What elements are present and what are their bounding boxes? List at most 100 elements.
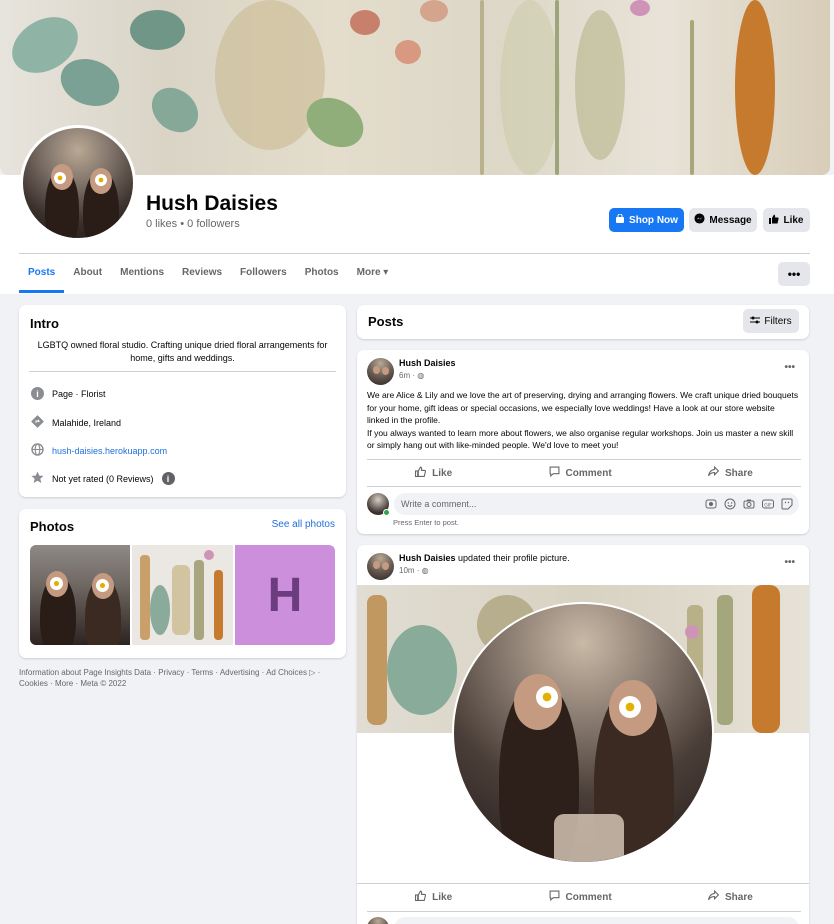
messenger-icon: [694, 213, 705, 227]
post-options-icon[interactable]: •••: [784, 557, 795, 568]
intro-website-row: hush-daisies.herokuapp.com: [31, 443, 167, 458]
bag-icon: [615, 213, 625, 227]
sliders-icon: [750, 315, 761, 328]
commenter-avatar[interactable]: [367, 917, 389, 924]
comment-tools: GIF: [705, 498, 793, 513]
post-author-name[interactable]: Hush Daisies: [399, 358, 456, 368]
intro-rating-row: Not yet rated (0 Reviews) i: [31, 471, 175, 486]
post-divider: [367, 486, 801, 487]
tab-about[interactable]: About: [64, 257, 111, 293]
more-options-button[interactable]: •••: [778, 262, 810, 286]
post-timestamp[interactable]: 6m · ◍: [399, 371, 424, 380]
like-page-button[interactable]: Like: [763, 208, 810, 232]
like-action-button[interactable]: Like: [415, 466, 452, 480]
share-action-button[interactable]: Share: [708, 889, 753, 904]
post-divider: [367, 459, 801, 460]
post-divider: [367, 911, 801, 912]
post-author-avatar[interactable]: [367, 358, 394, 385]
see-all-photos-link[interactable]: See all photos: [272, 519, 335, 530]
share-icon: [708, 889, 720, 904]
header-divider: [19, 253, 810, 254]
tab-mentions[interactable]: Mentions: [111, 257, 173, 293]
page-stats: 0 likes • 0 followers: [146, 218, 240, 230]
tab-followers[interactable]: Followers: [231, 257, 296, 293]
filters-button[interactable]: Filters: [743, 309, 799, 333]
thumbs-up-icon: [415, 466, 427, 480]
tab-more[interactable]: More ▾: [348, 257, 398, 293]
comment-input[interactable]: [394, 917, 799, 924]
globe-icon: [31, 443, 44, 458]
intro-title: Intro: [30, 316, 59, 331]
tab-posts[interactable]: Posts: [19, 257, 65, 293]
comment-placeholder: Write a comment...: [401, 499, 477, 509]
comment-icon: [549, 466, 560, 480]
filters-label: Filters: [764, 315, 792, 327]
post-paragraph: If you always wanted to learn more about…: [367, 427, 794, 451]
post-profile-picture[interactable]: [452, 602, 714, 864]
sticker-icon[interactable]: [781, 498, 793, 513]
rating-info-icon[interactable]: i: [161, 472, 175, 485]
posts-title: Posts: [368, 314, 404, 329]
comment-action-button[interactable]: Comment: [549, 466, 612, 480]
gif-icon[interactable]: GIF: [762, 498, 774, 513]
svg-text:GIF: GIF: [764, 502, 772, 508]
post-timestamp[interactable]: 10m · ◍: [399, 566, 429, 575]
share-icon: [708, 465, 720, 480]
photo-thumbnail[interactable]: [30, 545, 130, 645]
footer-links[interactable]: Information about Page Insights Data · P…: [19, 667, 349, 689]
shop-now-label: Shop Now: [629, 214, 678, 226]
post-action-bar: Like Comment Share: [367, 461, 801, 485]
post-divider: [357, 883, 809, 884]
posts-header-card: Posts Filters: [357, 305, 809, 339]
post-card: Hush Daisies 6m · ◍ ••• We are Alice & L…: [357, 350, 809, 534]
intro-location: Malahide, Ireland: [52, 417, 122, 428]
intro-category-row: i Page · Florist: [31, 387, 106, 400]
intro-rating: Not yet rated (0 Reviews): [52, 473, 154, 484]
comment-action-label: Comment: [565, 467, 612, 479]
intro-bio: LGBTQ owned floral studio. Crafting uniq…: [37, 340, 328, 363]
comment-action-button[interactable]: Comment: [549, 890, 612, 904]
shop-now-button[interactable]: Shop Now: [609, 208, 684, 232]
avatar-sticker-icon[interactable]: [705, 498, 717, 513]
page-tabs: Posts About Mentions Reviews Followers P…: [19, 257, 397, 293]
comment-action-label: Comment: [565, 891, 612, 903]
location-pin-icon: [31, 415, 44, 430]
message-button[interactable]: Message: [689, 208, 757, 232]
emoji-icon[interactable]: [724, 498, 736, 513]
intro-category: Page · Florist: [52, 388, 106, 399]
press-enter-hint: Press Enter to post.: [393, 518, 459, 527]
photo-thumbnail[interactable]: [132, 545, 233, 645]
post-header-text: Hush Daisies updated their profile pictu…: [399, 553, 570, 563]
photos-card: Photos See all photos H: [19, 509, 346, 658]
like-action-label: Like: [432, 891, 453, 903]
post-author-name[interactable]: Hush Daisies: [399, 553, 456, 563]
online-status-dot: [383, 509, 390, 516]
photo-letter-tile[interactable]: H: [235, 545, 335, 645]
intro-divider: [29, 371, 336, 372]
profile-avatar[interactable]: [20, 125, 136, 241]
photos-title: Photos: [30, 519, 75, 534]
post-action-bar: Like Comment Share: [367, 885, 801, 909]
post-card: Hush Daisies updated their profile pictu…: [357, 545, 809, 924]
like-action-button[interactable]: Like: [415, 890, 452, 904]
like-action-label: Like: [432, 467, 453, 479]
tab-reviews[interactable]: Reviews: [173, 257, 231, 293]
post-action-text: updated their profile picture.: [458, 553, 570, 563]
intro-card: Intro LGBTQ owned floral studio. Craftin…: [19, 305, 346, 497]
camera-icon[interactable]: [743, 498, 755, 513]
page-title: Hush Daisies: [146, 192, 278, 215]
intro-location-row: Malahide, Ireland: [31, 415, 121, 430]
share-action-button[interactable]: Share: [708, 465, 753, 480]
comment-icon: [549, 890, 560, 904]
star-icon: [31, 471, 44, 486]
post-options-icon[interactable]: •••: [784, 362, 795, 373]
thumbs-up-icon: [415, 890, 427, 904]
intro-website-link[interactable]: hush-daisies.herokuapp.com: [52, 446, 167, 456]
like-label: Like: [783, 214, 804, 226]
share-action-label: Share: [725, 891, 753, 903]
post-author-avatar[interactable]: [367, 553, 394, 580]
info-icon: i: [31, 387, 44, 400]
comment-input[interactable]: Write a comment... GIF: [394, 493, 799, 515]
share-action-label: Share: [725, 467, 753, 479]
tab-photos[interactable]: Photos: [296, 257, 348, 293]
